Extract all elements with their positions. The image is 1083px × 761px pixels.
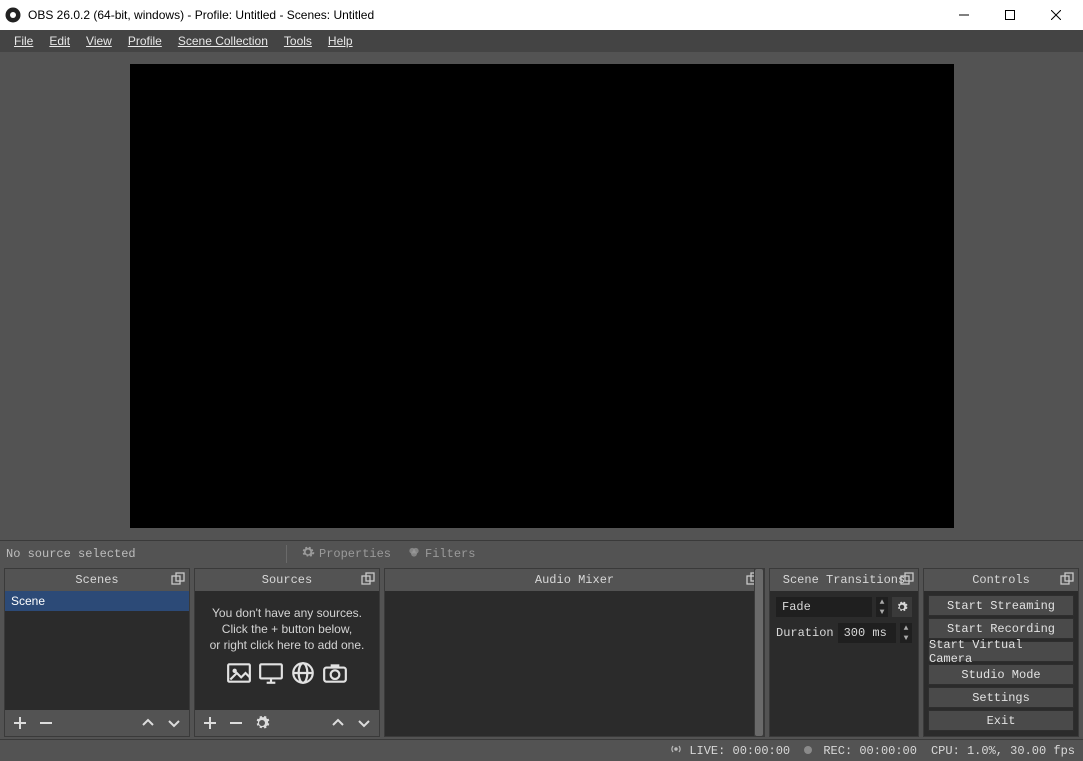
start-virtual-camera-button[interactable]: Start Virtual Camera: [928, 641, 1074, 662]
gear-icon: [301, 545, 315, 563]
no-sources-hint: You don't have any sources. Click the + …: [195, 591, 379, 698]
display-source-icon: [258, 660, 284, 690]
move-source-down-button[interactable]: [355, 714, 373, 732]
menubar: File Edit View Profile Scene Collection …: [0, 30, 1083, 52]
audio-mixer-body[interactable]: [385, 591, 764, 736]
duration-spinner[interactable]: ▲▼: [900, 623, 912, 643]
dock-popout-icon[interactable]: [1060, 572, 1074, 586]
start-recording-button[interactable]: Start Recording: [928, 618, 1074, 639]
rec-status: REC: 00:00:00: [804, 744, 917, 758]
no-sources-line3: or right click here to add one.: [205, 637, 369, 653]
menu-edit[interactable]: Edit: [41, 32, 78, 50]
filters-button[interactable]: Filters: [403, 543, 479, 565]
settings-button[interactable]: Settings: [928, 687, 1074, 708]
audio-mixer-header: Audio Mixer: [385, 569, 764, 591]
cpu-status: CPU: 1.0%, 30.00 fps: [931, 744, 1075, 758]
scenes-footer: [5, 710, 189, 736]
remove-scene-button[interactable]: [37, 714, 55, 732]
remove-source-button[interactable]: [227, 714, 245, 732]
menu-profile[interactable]: Profile: [120, 32, 170, 50]
menu-help[interactable]: Help: [320, 32, 361, 50]
scene-row[interactable]: Scene: [5, 591, 189, 611]
controls-body: Start Streaming Start Recording Start Vi…: [924, 591, 1078, 736]
transitions-body: Fade ▲▼ Duration 300 ms ▲▼: [770, 591, 918, 736]
sources-footer: [195, 710, 379, 736]
filters-label: Filters: [425, 547, 475, 561]
rec-label: REC: 00:00:00: [823, 744, 917, 758]
scene-name: Scene: [11, 594, 45, 608]
controls-panel: Controls Start Streaming Start Recording…: [923, 568, 1079, 737]
dock-popout-icon[interactable]: [900, 572, 914, 586]
duration-label: Duration: [776, 626, 834, 640]
filters-icon: [407, 545, 421, 563]
add-scene-button[interactable]: [11, 714, 29, 732]
duration-value: 300 ms: [844, 626, 887, 640]
scene-transitions-panel: Scene Transitions Fade ▲▼ Duration 300 m…: [769, 568, 919, 737]
properties-label: Properties: [319, 547, 391, 561]
no-sources-line2: Click the + button below,: [205, 621, 369, 637]
studio-mode-button[interactable]: Studio Mode: [928, 664, 1074, 685]
dock-popout-icon[interactable]: [361, 572, 375, 586]
live-label: LIVE: 00:00:00: [689, 744, 790, 758]
menu-tools[interactable]: Tools: [276, 32, 320, 50]
preview-canvas[interactable]: [130, 64, 954, 528]
controls-title: Controls: [972, 573, 1030, 587]
browser-source-icon: [290, 660, 316, 690]
dock-popout-icon[interactable]: [171, 572, 185, 586]
menu-scene-collection[interactable]: Scene Collection: [170, 32, 276, 50]
live-status: LIVE: 00:00:00: [669, 742, 790, 760]
titlebar: OBS 26.0.2 (64-bit, windows) - Profile: …: [0, 0, 1083, 30]
source-toolbar: No source selected Properties Filters: [0, 540, 1083, 566]
no-source-selected-label: No source selected: [6, 547, 276, 561]
maximize-button[interactable]: [987, 0, 1033, 30]
window-title: OBS 26.0.2 (64-bit, windows) - Profile: …: [28, 8, 941, 22]
scenes-header: Scenes: [5, 569, 189, 591]
image-source-icon: [226, 660, 252, 690]
scenes-title: Scenes: [75, 573, 118, 587]
transitions-title: Scene Transitions: [783, 573, 905, 587]
scenes-panel: Scenes Scene: [4, 568, 190, 737]
duration-input[interactable]: 300 ms: [838, 623, 896, 643]
controls-header: Controls: [924, 569, 1078, 591]
scrollbar-thumb[interactable]: [755, 591, 763, 736]
audio-mixer-title: Audio Mixer: [535, 573, 614, 587]
sources-title: Sources: [262, 573, 312, 587]
transition-current: Fade: [782, 600, 811, 614]
separator: [286, 545, 287, 563]
add-source-button[interactable]: [201, 714, 219, 732]
sources-header: Sources: [195, 569, 379, 591]
record-dot-icon: [804, 746, 812, 754]
move-source-up-button[interactable]: [329, 714, 347, 732]
sources-list[interactable]: You don't have any sources. Click the + …: [195, 591, 379, 710]
camera-source-icon: [322, 660, 348, 690]
menu-file[interactable]: File: [6, 32, 41, 50]
transition-select-spinner[interactable]: ▲▼: [876, 597, 888, 617]
menu-view[interactable]: View: [78, 32, 120, 50]
transitions-header: Scene Transitions: [770, 569, 918, 591]
transition-select[interactable]: Fade: [776, 597, 872, 617]
scenes-list[interactable]: Scene: [5, 591, 189, 710]
audio-mixer-panel: Audio Mixer: [384, 568, 765, 737]
minimize-button[interactable]: [941, 0, 987, 30]
mixer-scrollbar[interactable]: [754, 591, 764, 736]
move-scene-down-button[interactable]: [165, 714, 183, 732]
start-streaming-button[interactable]: Start Streaming: [928, 595, 1074, 616]
no-sources-line1: You don't have any sources.: [205, 605, 369, 621]
sources-panel: Sources You don't have any sources. Clic…: [194, 568, 380, 737]
transition-settings-button[interactable]: [892, 597, 912, 617]
dock-row: Scenes Scene Sources You d: [0, 566, 1083, 739]
exit-button[interactable]: Exit: [928, 710, 1074, 731]
obs-app-icon: [4, 6, 22, 24]
move-scene-up-button[interactable]: [139, 714, 157, 732]
broadcast-icon: [669, 742, 683, 760]
source-properties-button[interactable]: [253, 714, 271, 732]
close-button[interactable]: [1033, 0, 1079, 30]
statusbar: LIVE: 00:00:00 REC: 00:00:00 CPU: 1.0%, …: [0, 739, 1083, 761]
preview-area: [0, 52, 1083, 540]
properties-button[interactable]: Properties: [297, 543, 395, 565]
